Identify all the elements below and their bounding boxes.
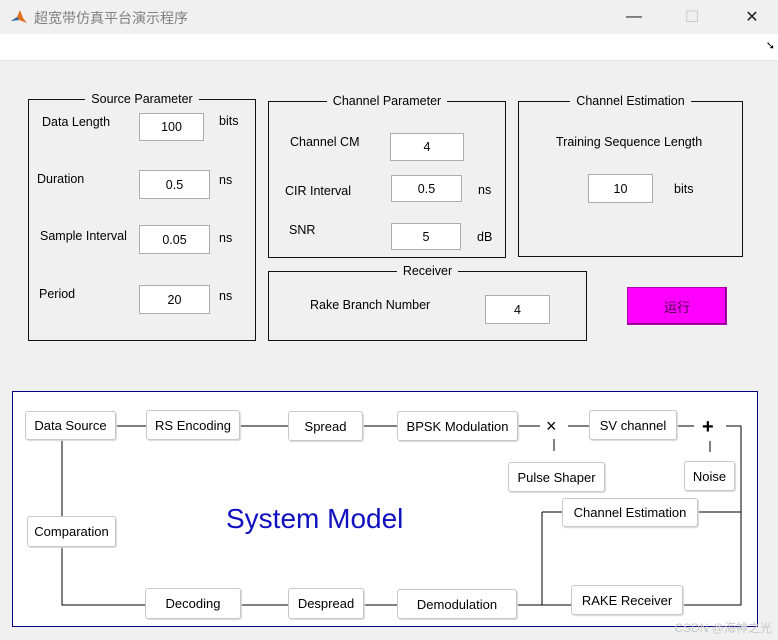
system-model-title: System Model — [226, 503, 404, 534]
block-noise[interactable]: Noise — [684, 461, 735, 491]
block-rake-receiver[interactable]: RAKE Receiver — [571, 585, 683, 615]
system-model-connectors — [61, 425, 742, 606]
multiply-icon: × — [546, 416, 557, 436]
block-comparation[interactable]: Comparation — [27, 516, 116, 547]
watermark: CSDN @海神之光 — [674, 621, 772, 635]
block-despread[interactable]: Despread — [288, 588, 364, 619]
block-rs-encoding[interactable]: RS Encoding — [146, 410, 240, 440]
block-decoding[interactable]: Decoding — [145, 588, 241, 619]
block-demodulation[interactable]: Demodulation — [397, 589, 517, 619]
block-bpsk-modulation[interactable]: BPSK Modulation — [397, 411, 518, 441]
block-data-source[interactable]: Data Source — [25, 411, 116, 440]
block-sv-channel[interactable]: SV channel — [589, 410, 677, 440]
block-pulse-shaper[interactable]: Pulse Shaper — [508, 462, 605, 492]
block-channel-estimation[interactable]: Channel Estimation — [562, 498, 698, 527]
add-icon: + — [702, 416, 714, 438]
block-spread[interactable]: Spread — [288, 411, 363, 441]
